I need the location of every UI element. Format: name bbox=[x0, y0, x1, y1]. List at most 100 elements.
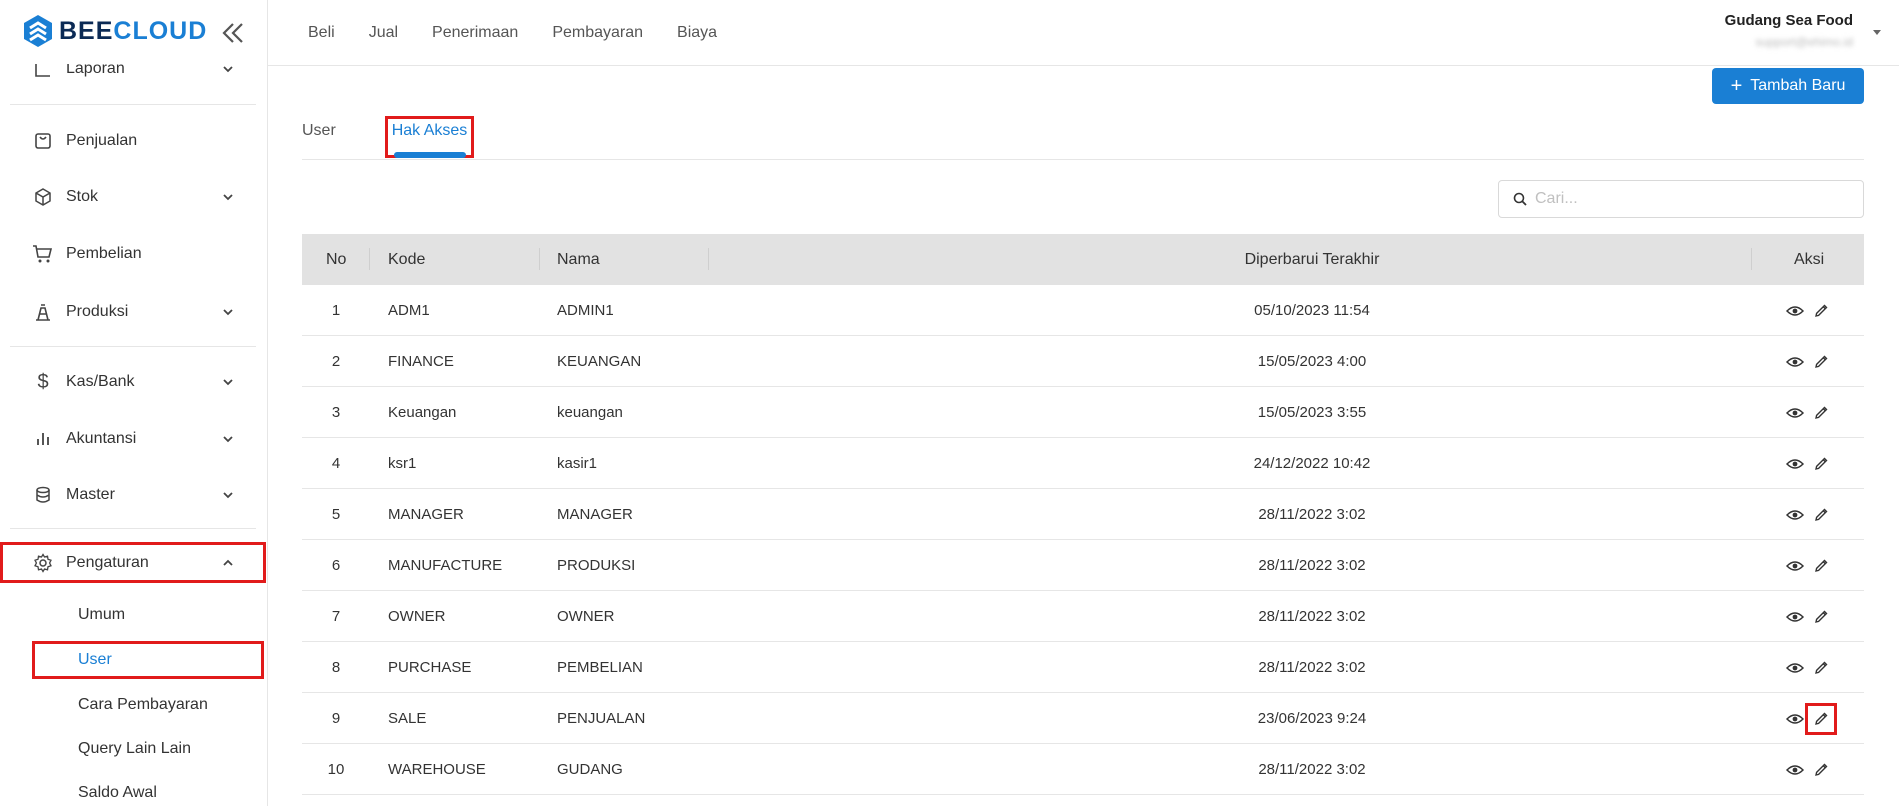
bag-icon bbox=[32, 130, 54, 152]
cell-updated: 23/06/2023 9:24 bbox=[1257, 710, 1367, 727]
table-row: 8 PURCHASE PEMBELIAN 28/11/2022 3:02 bbox=[302, 642, 1864, 693]
submenu-item-umum[interactable]: Umum bbox=[32, 595, 264, 635]
factory-icon bbox=[32, 301, 54, 323]
chevron-down-icon bbox=[223, 309, 233, 316]
edit-icon[interactable] bbox=[1810, 759, 1832, 781]
top-nav: Beli Jual Penerimaan Pembayaran Biaya bbox=[308, 0, 751, 66]
cell-kode: FINANCE bbox=[388, 353, 454, 370]
cell-nama: keuangan bbox=[557, 404, 623, 421]
submenu-item-user[interactable]: User bbox=[32, 641, 264, 679]
view-icon[interactable] bbox=[1784, 453, 1806, 475]
submenu-item-query-lain-lain[interactable]: Query Lain Lain bbox=[32, 729, 264, 769]
cell-actions bbox=[1784, 642, 1832, 693]
cell-updated: 28/11/2022 3:02 bbox=[1258, 761, 1366, 778]
cell-no: 9 bbox=[331, 710, 341, 727]
submenu-item-label: User bbox=[78, 651, 112, 668]
cell-updated: 24/12/2022 10:42 bbox=[1253, 455, 1371, 472]
chevron-down-icon bbox=[223, 492, 233, 499]
chevron-down-icon bbox=[223, 194, 233, 201]
submenu-item-label: Cara Pembayaran bbox=[78, 696, 208, 713]
nav-jual[interactable]: Jual bbox=[369, 24, 398, 42]
nav-penerimaan[interactable]: Penerimaan bbox=[432, 24, 518, 42]
gear-icon bbox=[32, 552, 54, 574]
cell-actions bbox=[1784, 336, 1832, 387]
cell-no: 7 bbox=[331, 608, 341, 625]
view-icon[interactable] bbox=[1784, 606, 1806, 628]
top-bar: Beli Jual Penerimaan Pembayaran Biaya Gu… bbox=[268, 0, 1899, 66]
nav-biaya[interactable]: Biaya bbox=[677, 24, 717, 42]
cell-updated: 15/05/2023 4:00 bbox=[1257, 353, 1367, 370]
company-switcher[interactable]: Gudang Sea Food support@ehimo.id bbox=[1725, 12, 1853, 49]
brand-logo: BEECLOUD bbox=[22, 14, 207, 48]
plus-icon: + bbox=[1730, 75, 1743, 97]
nav-beli[interactable]: Beli bbox=[308, 24, 335, 42]
edit-icon[interactable] bbox=[1810, 402, 1832, 424]
cell-updated: 05/10/2023 11:54 bbox=[1254, 302, 1370, 319]
view-icon[interactable] bbox=[1784, 504, 1806, 526]
cell-nama: PRODUKSI bbox=[557, 557, 636, 574]
sidebar-item-master[interactable]: Master bbox=[0, 472, 267, 518]
view-icon[interactable] bbox=[1784, 351, 1806, 373]
sidebar-divider bbox=[10, 528, 256, 529]
cell-no: 8 bbox=[331, 659, 341, 676]
box-icon bbox=[32, 186, 54, 208]
sidebar-item-produksi[interactable]: Produksi bbox=[0, 289, 267, 335]
sidebar-item-label: Akuntansi bbox=[66, 430, 137, 447]
sidebar-item-penjualan[interactable]: Penjualan bbox=[0, 118, 267, 164]
table-row: 3 Keuangan keuangan 15/05/2023 3:55 bbox=[302, 387, 1864, 438]
active-tab-indicator bbox=[394, 152, 466, 158]
column-header-no: No bbox=[326, 250, 347, 268]
dollar-icon: $ bbox=[37, 370, 49, 393]
double-chevron-left-icon[interactable] bbox=[220, 20, 246, 46]
submenu-item-label: Saldo Awal bbox=[78, 784, 157, 801]
cell-actions bbox=[1784, 540, 1832, 591]
cell-kode: MANUFACTURE bbox=[388, 557, 503, 574]
edit-icon[interactable] bbox=[1810, 453, 1832, 475]
tab-bar: User Hak Akses bbox=[302, 116, 1864, 160]
edit-icon[interactable] bbox=[1810, 351, 1832, 373]
edit-icon[interactable] bbox=[1805, 702, 1837, 735]
cell-kode: MANAGER bbox=[388, 506, 464, 523]
column-header-aksi: Aksi bbox=[1794, 250, 1825, 268]
submenu-item-saldo-awal[interactable]: Saldo Awal bbox=[32, 773, 264, 806]
sidebar-divider bbox=[10, 104, 256, 105]
cell-no: 10 bbox=[327, 761, 345, 778]
edit-icon[interactable] bbox=[1810, 606, 1832, 628]
edit-icon[interactable] bbox=[1810, 555, 1832, 577]
cell-nama: ADMIN1 bbox=[557, 302, 614, 319]
edit-icon[interactable] bbox=[1810, 657, 1832, 679]
cell-updated: 28/11/2022 3:02 bbox=[1258, 608, 1366, 625]
submenu-item-cara-pembayaran[interactable]: Cara Pembayaran bbox=[32, 685, 264, 725]
table-row: 9 SALE PENJUALAN 23/06/2023 9:24 bbox=[302, 693, 1864, 744]
database-icon bbox=[32, 484, 54, 506]
access-rights-table: No Kode Nama Diperbarui Terakhir Aksi 1 A… bbox=[302, 234, 1864, 795]
sidebar-item-pembelian[interactable]: Pembelian bbox=[0, 231, 267, 277]
column-header-kode: Kode bbox=[388, 250, 426, 268]
edit-icon[interactable] bbox=[1810, 504, 1832, 526]
sidebar-item-pengaturan[interactable]: Pengaturan bbox=[0, 542, 266, 583]
sidebar-item-label: Master bbox=[66, 486, 115, 503]
sidebar-item-kas-bank[interactable]: $ Kas/Bank bbox=[0, 359, 267, 405]
sidebar-item-stok[interactable]: Stok bbox=[0, 174, 267, 220]
column-separator bbox=[1751, 248, 1752, 270]
edit-icon[interactable] bbox=[1810, 300, 1832, 322]
add-new-button[interactable]: + Tambah Baru bbox=[1712, 68, 1864, 104]
cell-actions bbox=[1784, 489, 1832, 540]
tab-user[interactable]: User bbox=[302, 116, 336, 160]
nav-pembayaran[interactable]: Pembayaran bbox=[552, 24, 643, 42]
cell-kode: Keuangan bbox=[388, 404, 457, 421]
view-icon[interactable] bbox=[1784, 402, 1806, 424]
cell-no: 5 bbox=[331, 506, 341, 523]
cell-no: 2 bbox=[331, 353, 341, 370]
sidebar-item-akuntansi[interactable]: Akuntansi bbox=[0, 416, 267, 462]
search-box bbox=[1498, 180, 1864, 218]
view-icon[interactable] bbox=[1784, 555, 1806, 577]
table-row: 10 WAREHOUSE GUDANG 28/11/2022 3:02 bbox=[302, 744, 1864, 795]
caret-down-icon[interactable] bbox=[1871, 26, 1883, 38]
view-icon[interactable] bbox=[1784, 657, 1806, 679]
logo-icon bbox=[24, 15, 52, 47]
view-icon[interactable] bbox=[1784, 759, 1806, 781]
view-icon[interactable] bbox=[1784, 300, 1806, 322]
search-input[interactable] bbox=[1535, 190, 1835, 208]
view-icon[interactable] bbox=[1784, 708, 1806, 730]
